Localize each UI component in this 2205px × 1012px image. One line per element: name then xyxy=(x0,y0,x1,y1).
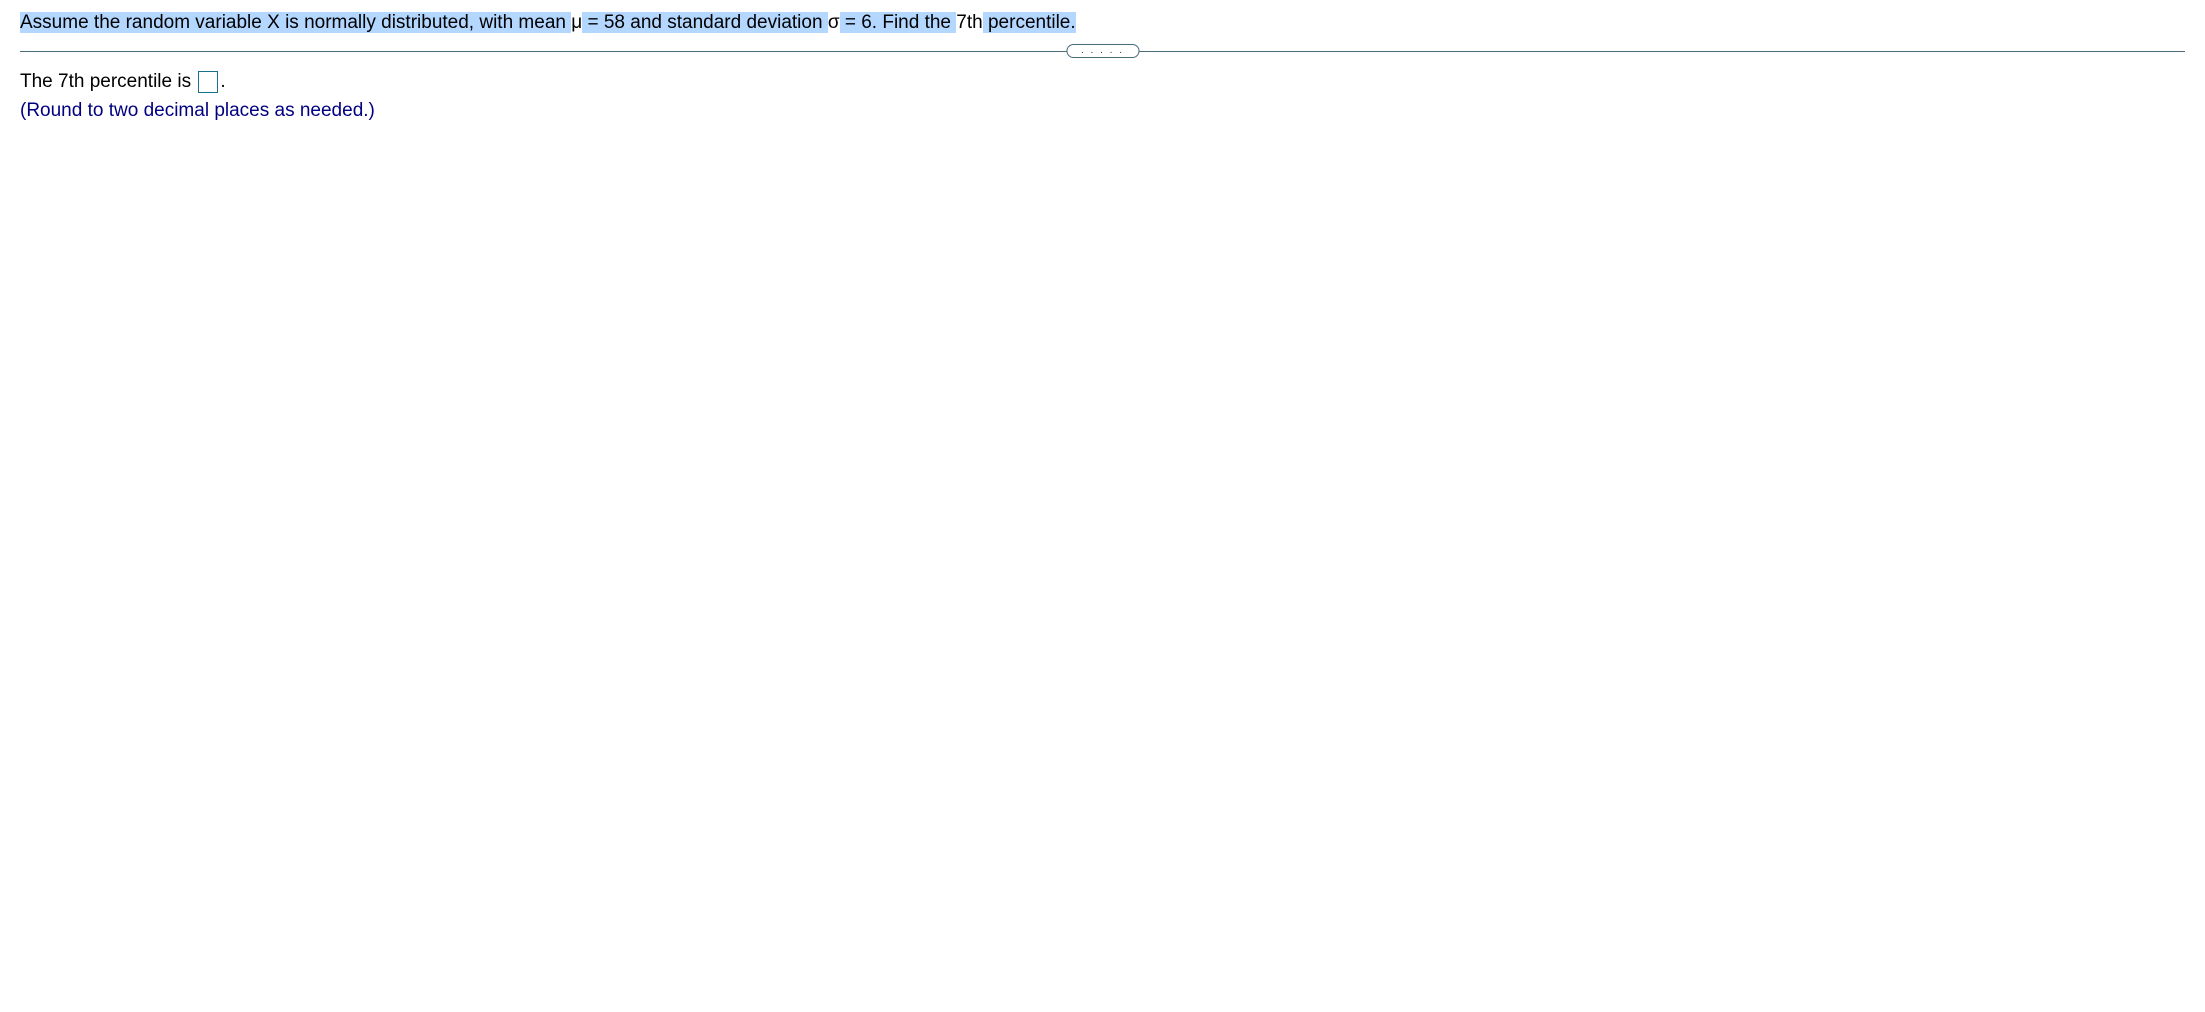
percentile-value: 7th xyxy=(956,12,982,33)
percentile-answer-input[interactable] xyxy=(198,71,218,93)
question-part2: and standard deviation xyxy=(625,12,828,33)
answer-area: The 7th percentile is . (Round to two de… xyxy=(20,68,2185,125)
mu-symbol: μ xyxy=(571,12,582,33)
sigma-symbol: σ xyxy=(828,12,840,33)
sigma-value: = 6 xyxy=(840,12,872,33)
question-part1: Assume the random variable X is normally… xyxy=(20,12,571,33)
divider-expand-button[interactable]: . . . . . xyxy=(1066,44,1139,58)
section-divider: . . . . . xyxy=(20,44,2185,58)
rounding-instruction: (Round to two decimal places as needed.) xyxy=(20,97,2185,126)
answer-suffix: . xyxy=(220,71,225,92)
question-text: Assume the random variable X is normally… xyxy=(20,12,2185,44)
question-part3: . Find the xyxy=(872,12,957,33)
answer-line: The 7th percentile is . xyxy=(20,68,2185,97)
mu-value: = 58 xyxy=(582,12,625,33)
question-part4: percentile. xyxy=(983,12,1076,33)
answer-prefix: The 7th percentile is xyxy=(20,71,196,92)
